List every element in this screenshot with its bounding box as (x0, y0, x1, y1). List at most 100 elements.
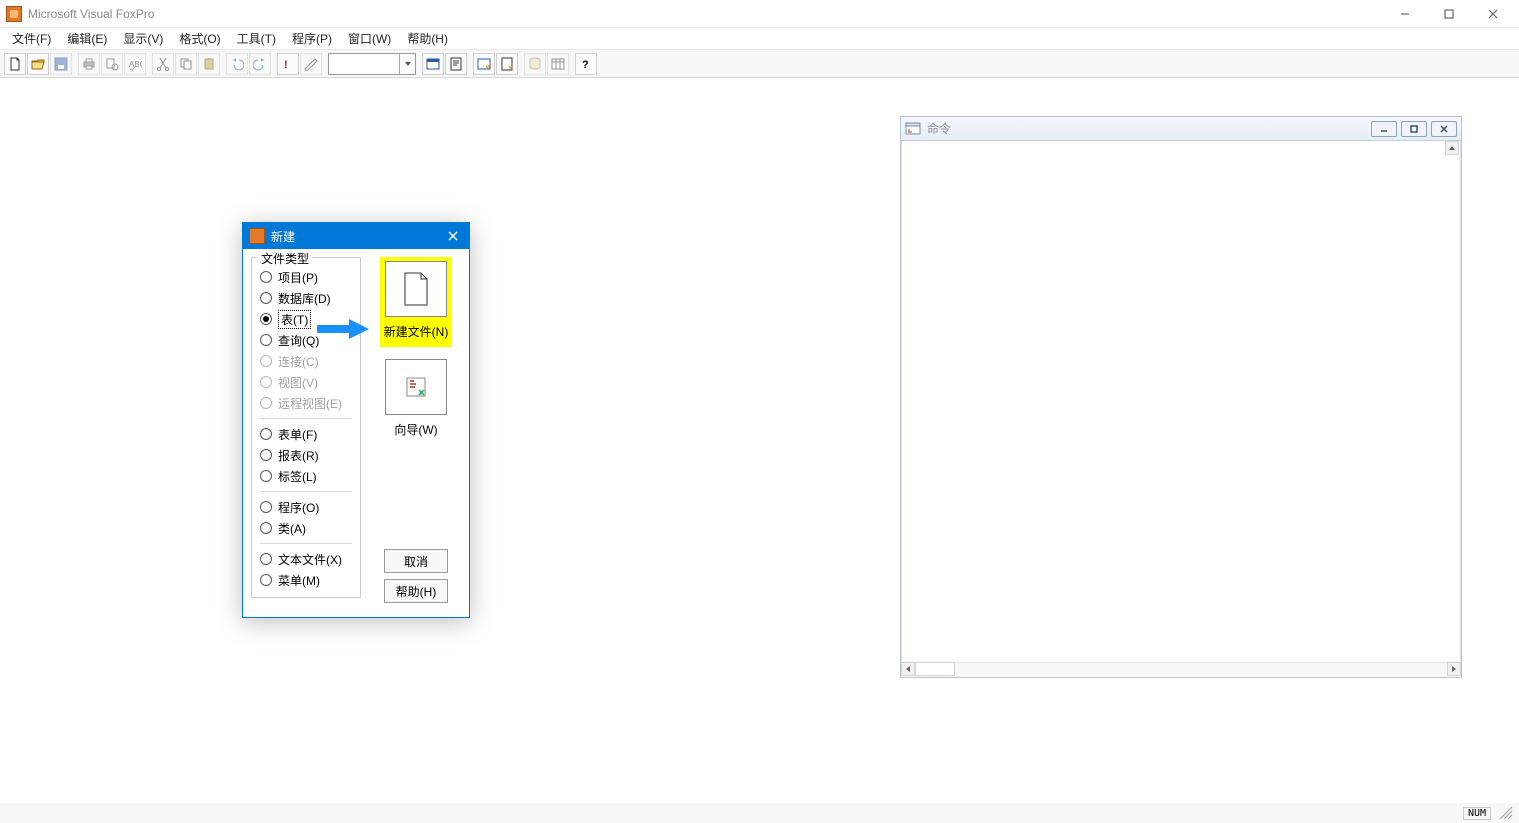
help-button[interactable]: 帮助(H) (384, 579, 448, 603)
menu-item[interactable]: 窗口(W) (340, 28, 399, 49)
file-type-option[interactable]: 数据库(D) (258, 288, 354, 308)
new-file-button-label: 新建文件(N) (384, 323, 449, 340)
resize-grip-icon[interactable] (1499, 806, 1513, 820)
command-window-scroll (901, 661, 1461, 677)
form-icon (426, 57, 440, 71)
wizard-button-label: 向导(W) (394, 421, 437, 438)
new-file-button[interactable]: 新建文件(N) (380, 257, 452, 347)
group-separator (260, 491, 352, 492)
file-type-radio[interactable] (260, 292, 272, 304)
command-window-maximize-button[interactable] (1401, 121, 1427, 137)
file-type-label: 连接(C) (278, 353, 319, 370)
cut-icon (156, 57, 170, 71)
help-button-label: 帮助(H) (396, 583, 437, 600)
file-type-radio[interactable] (260, 334, 272, 346)
menu-item[interactable]: 程序(P) (284, 28, 340, 49)
command-window-titlebar[interactable]: 命令 (901, 117, 1461, 141)
menu-item[interactable]: 格式(O) (171, 28, 228, 49)
menu-item[interactable]: 编辑(E) (59, 28, 115, 49)
file-type-radio[interactable] (260, 428, 272, 440)
command-window-body[interactable] (903, 141, 1459, 661)
help-icon: ? (579, 57, 593, 71)
menu-item[interactable]: 文件(F) (4, 28, 59, 49)
help-button[interactable]: ? (575, 53, 597, 75)
file-type-radio (260, 376, 272, 388)
new-file-icon (8, 57, 22, 71)
run-button[interactable]: ! (277, 53, 299, 75)
file-type-label: 数据库(D) (278, 290, 331, 307)
command-window[interactable]: 命令 (900, 116, 1462, 678)
file-type-option[interactable]: 类(A) (258, 518, 354, 538)
open-button[interactable] (27, 53, 49, 75)
new-file-button[interactable] (4, 53, 26, 75)
new-dialog-title: 新建 (271, 228, 295, 245)
minimize-button[interactable] (1393, 2, 1417, 26)
file-type-radio[interactable] (260, 449, 272, 461)
save-icon (54, 57, 68, 71)
menu-item[interactable]: 帮助(H) (399, 28, 456, 49)
file-type-label: 表(T) (278, 310, 311, 329)
redo-button (249, 53, 271, 75)
undo-button (226, 53, 248, 75)
file-type-radio[interactable] (260, 522, 272, 534)
print-icon (82, 57, 96, 71)
scroll-left-arrow-icon[interactable] (901, 662, 915, 676)
group-separator (260, 543, 352, 544)
file-type-option[interactable]: 程序(O) (258, 497, 354, 517)
file-type-radio[interactable] (260, 313, 272, 325)
file-type-radio[interactable] (260, 470, 272, 482)
new-dialog-titlebar[interactable]: 新建 (243, 223, 469, 249)
file-type-label: 表单(F) (278, 426, 317, 443)
table-designer-icon (551, 57, 565, 71)
wizard-button[interactable]: 向导(W) (380, 355, 452, 445)
app-icon (6, 6, 22, 22)
autoreport-icon (500, 57, 514, 71)
menu-item[interactable]: 工具(T) (229, 28, 284, 49)
chevron-down-icon (399, 54, 415, 74)
file-type-option[interactable]: 菜单(M) (258, 570, 354, 590)
file-type-option: 连接(C) (258, 351, 354, 371)
autoform-button[interactable] (473, 53, 495, 75)
file-type-option[interactable]: 项目(P) (258, 267, 354, 287)
file-type-option[interactable]: 表单(F) (258, 424, 354, 444)
maximize-button[interactable] (1437, 2, 1461, 26)
file-type-group: 文件类型 项目(P)数据库(D)表(T)查询(Q)连接(C)视图(V)远程视图(… (251, 257, 361, 598)
new-file-icon (385, 261, 447, 317)
hscroll-thumb[interactable] (915, 662, 955, 676)
file-type-radio[interactable] (260, 271, 272, 283)
report-icon (449, 57, 463, 71)
menu-bar: 文件(F)编辑(E)显示(V)格式(O)工具(T)程序(P)窗口(W)帮助(H) (0, 28, 1519, 50)
run-icon: ! (281, 57, 295, 71)
database-combo[interactable] (328, 53, 416, 75)
command-window-close-button[interactable] (1431, 121, 1457, 137)
menu-item[interactable]: 显示(V) (115, 28, 171, 49)
command-window-minimize-button[interactable] (1371, 121, 1397, 137)
svg-text:ABC: ABC (129, 60, 142, 69)
report-button[interactable] (445, 53, 467, 75)
app-title: Microsoft Visual FoxPro (28, 7, 155, 21)
close-button[interactable] (1481, 2, 1505, 26)
print-preview-button (101, 53, 123, 75)
scroll-right-arrow-icon[interactable] (1447, 662, 1461, 676)
file-type-option[interactable]: 报表(R) (258, 445, 354, 465)
file-type-radio[interactable] (260, 574, 272, 586)
form-button[interactable] (422, 53, 444, 75)
hscroll-track[interactable] (955, 662, 1447, 676)
svg-text:!: ! (284, 59, 288, 71)
scroll-up-arrow-icon[interactable] (1445, 141, 1459, 155)
cancel-button[interactable]: 取消 (384, 549, 448, 573)
file-type-radio[interactable] (260, 553, 272, 565)
db-designer-icon (528, 57, 542, 71)
file-type-label: 类(A) (278, 520, 306, 537)
file-type-label: 程序(O) (278, 499, 319, 516)
file-type-option: 远程视图(E) (258, 393, 354, 413)
file-type-group-label: 文件类型 (258, 250, 312, 267)
file-type-radio (260, 355, 272, 367)
new-dialog-close-button[interactable] (443, 226, 463, 246)
autoreport-button[interactable] (496, 53, 518, 75)
file-type-option[interactable]: 标签(L) (258, 466, 354, 486)
file-type-radio[interactable] (260, 501, 272, 513)
file-type-option[interactable]: 文本文件(X) (258, 549, 354, 569)
window-controls (1393, 2, 1513, 26)
table-designer-button (547, 53, 569, 75)
